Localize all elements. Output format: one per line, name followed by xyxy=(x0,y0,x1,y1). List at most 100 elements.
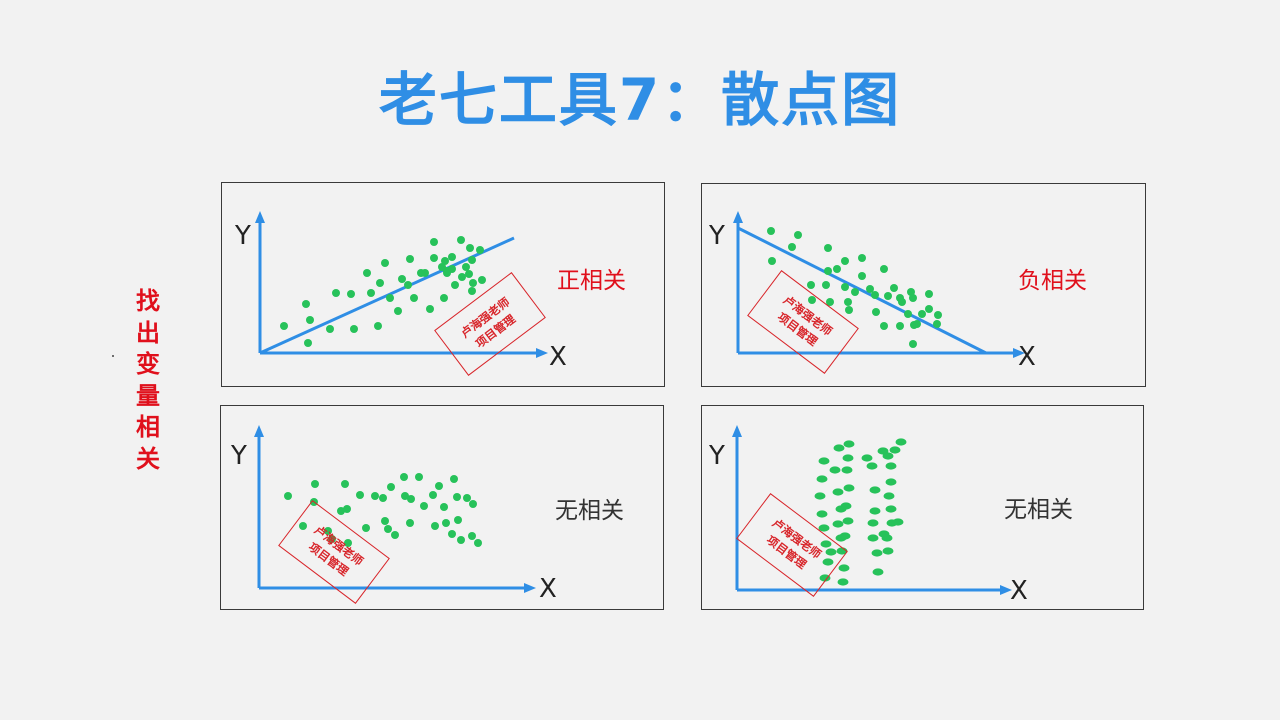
scatter-dot xyxy=(808,296,816,304)
scatter-dot xyxy=(895,438,907,446)
scatter-dot xyxy=(885,462,897,470)
scatter-dot xyxy=(867,519,879,527)
scatter-dot xyxy=(415,473,423,481)
scatter-dot xyxy=(822,558,834,566)
scatter-dot xyxy=(435,482,443,490)
scatter-dot xyxy=(465,270,473,278)
scatter-dot xyxy=(400,473,408,481)
scatter-dot xyxy=(367,289,375,297)
scatter-dot xyxy=(448,253,456,261)
scatter-dot xyxy=(871,549,883,557)
scatter-dot xyxy=(441,257,449,265)
scatter-dot xyxy=(431,522,439,530)
relation-label: 正相关 xyxy=(557,268,626,294)
scatter-dot xyxy=(362,524,370,532)
scatter-dot xyxy=(768,257,776,265)
scatter-dot xyxy=(440,294,448,302)
scatter-dot xyxy=(822,281,830,289)
x-axis-label: X xyxy=(1018,342,1036,372)
scatter-dot xyxy=(430,254,438,262)
stray-dot xyxy=(112,355,114,357)
scatter-dot xyxy=(280,322,288,330)
scatter-dot xyxy=(867,534,879,542)
scatter-dot xyxy=(453,493,461,501)
scatter-dot xyxy=(889,446,901,454)
scatter-dot xyxy=(374,322,382,330)
scatter-dot xyxy=(839,532,851,540)
scatter-dot xyxy=(910,321,918,329)
scatter-dot xyxy=(386,294,394,302)
scatter-dot xyxy=(443,269,451,277)
scatter-dot xyxy=(440,503,448,511)
scatter-dot xyxy=(457,536,465,544)
scatter-dot xyxy=(858,272,866,280)
scatter-dot xyxy=(311,480,319,488)
scatter-dot xyxy=(833,265,841,273)
scatter-dot xyxy=(909,294,917,302)
scatter-dot xyxy=(872,568,884,576)
y-axis xyxy=(254,425,264,588)
scatter-dot xyxy=(925,305,933,313)
scatter-dot xyxy=(468,287,476,295)
scatter-dot xyxy=(429,491,437,499)
y-axis xyxy=(733,211,743,353)
scatter-dot xyxy=(398,275,406,283)
x-axis xyxy=(737,585,1012,595)
scatter-dot xyxy=(829,466,841,474)
side-label-char: 找 xyxy=(136,287,160,315)
scatter-dot xyxy=(832,488,844,496)
scatter-dot xyxy=(284,492,292,500)
scatter-dot xyxy=(430,238,438,246)
scatter-dot xyxy=(404,281,412,289)
scatter-dot xyxy=(934,311,942,319)
scatter-dot xyxy=(898,298,906,306)
scatter-dot xyxy=(861,454,873,462)
scatter-dot xyxy=(841,283,849,291)
scatter-dot xyxy=(376,279,384,287)
x-axis-label: X xyxy=(1010,576,1028,606)
y-axis-label: Y xyxy=(708,441,725,471)
scatter-dot xyxy=(820,540,832,548)
scatter-dot xyxy=(421,269,429,277)
scatter-dot xyxy=(384,525,392,533)
scatter-dot xyxy=(379,494,387,502)
scatter-dot xyxy=(341,480,349,488)
scatter-dot xyxy=(476,246,484,254)
scatter-dot xyxy=(462,263,470,271)
scatter-dot xyxy=(845,306,853,314)
scatter-dot xyxy=(838,564,850,572)
scatter-dot xyxy=(842,454,854,462)
scatter-dot xyxy=(463,494,471,502)
scatter-dot xyxy=(394,307,402,315)
scatter-dot xyxy=(882,452,894,460)
x-axis-label: X xyxy=(539,574,557,604)
scatter-dot xyxy=(457,236,465,244)
scatter-dot xyxy=(871,291,879,299)
scatter-dot xyxy=(880,322,888,330)
scatter-dot xyxy=(824,244,832,252)
scatter-dot xyxy=(890,284,898,292)
scatter-dot xyxy=(420,502,428,510)
scatter-dot xyxy=(807,281,815,289)
x-axis-label: X xyxy=(549,342,567,372)
side-label-char: 相 xyxy=(136,413,160,441)
dot-group xyxy=(284,473,482,547)
scatter-dot xyxy=(458,273,466,281)
scatter-dot xyxy=(363,269,371,277)
scatter-dot xyxy=(794,231,802,239)
scatter-dot xyxy=(816,475,828,483)
scatter-dot xyxy=(918,310,926,318)
scatter-positive: Y X 正相关 卢海强老师 项目管理 xyxy=(234,211,626,376)
relation-label: 负相关 xyxy=(1018,268,1087,294)
relation-label: 无相关 xyxy=(1004,497,1073,523)
scatter-dot xyxy=(842,517,854,525)
scatter-dot xyxy=(332,289,340,297)
panel-no-correlation-vertical: Y X 无相关 卢海强老师 项目管理 xyxy=(701,405,1144,610)
scatter-dot xyxy=(896,322,904,330)
scatter-dot xyxy=(426,305,434,313)
scatter-dot xyxy=(851,288,859,296)
scatter-dot xyxy=(885,478,897,486)
scatter-dot xyxy=(410,294,418,302)
scatter-dot xyxy=(869,486,881,494)
side-label-char: 关 xyxy=(136,444,160,473)
